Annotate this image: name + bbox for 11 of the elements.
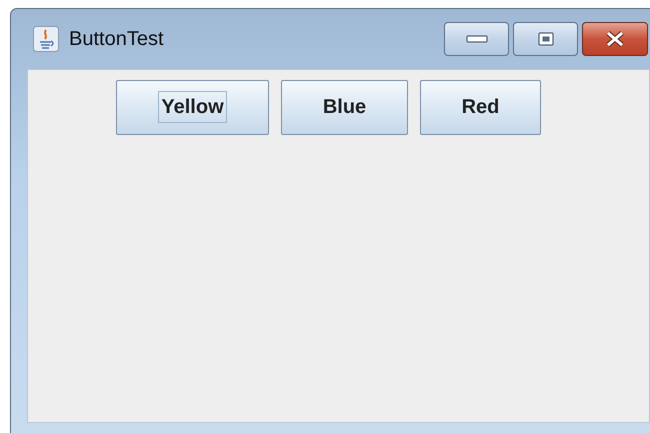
push-button[interactable]: Blue: [281, 80, 408, 135]
push-button[interactable]: Yellow: [116, 80, 269, 135]
close-button[interactable]: [582, 22, 648, 56]
close-icon: [604, 31, 626, 47]
minimize-button[interactable]: [444, 22, 509, 56]
window-title: ButtonTest: [69, 28, 164, 50]
maximize-icon: [538, 32, 554, 46]
minimize-icon: [466, 35, 488, 43]
app-icon: [33, 26, 59, 52]
push-button[interactable]: Red: [420, 80, 541, 135]
maximize-button[interactable]: [513, 22, 578, 56]
